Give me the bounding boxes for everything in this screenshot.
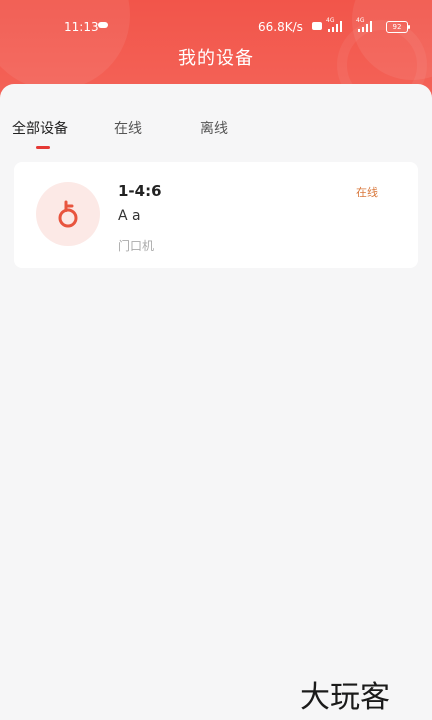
cloud-icon bbox=[98, 22, 108, 28]
signal-icon bbox=[328, 21, 344, 32]
active-tab-indicator bbox=[36, 146, 50, 149]
device-type: 门口机 bbox=[118, 239, 155, 253]
network-speed: 66.8K/s bbox=[258, 20, 303, 34]
device-status-badge: 在线 bbox=[356, 186, 378, 199]
device-avatar bbox=[36, 182, 100, 246]
device-filter-tabs: 全部设备 在线 离线 bbox=[0, 84, 432, 154]
hd-icon bbox=[312, 22, 322, 30]
key-icon bbox=[58, 200, 78, 228]
tab-all-devices[interactable]: 全部设备 bbox=[12, 118, 68, 138]
signal-icon bbox=[358, 21, 374, 32]
device-list-panel: 全部设备 在线 离线 1-4:6 A a 门口机 在线 bbox=[0, 84, 432, 720]
watermark-logo: 大玩客 bbox=[300, 680, 390, 715]
battery-icon: 92 bbox=[386, 21, 410, 33]
tab-online[interactable]: 在线 bbox=[114, 118, 142, 138]
tab-offline[interactable]: 离线 bbox=[200, 118, 228, 138]
device-name: 1-4:6 bbox=[118, 182, 162, 200]
device-card[interactable]: 1-4:6 A a 门口机 在线 bbox=[14, 162, 418, 268]
device-subtitle: A a bbox=[118, 208, 141, 224]
status-time: 11:13 bbox=[64, 20, 99, 34]
page-title: 我的设备 bbox=[178, 48, 254, 69]
status-bar: 11:13 66.8K/s 4G 4G 92 bbox=[0, 0, 432, 34]
